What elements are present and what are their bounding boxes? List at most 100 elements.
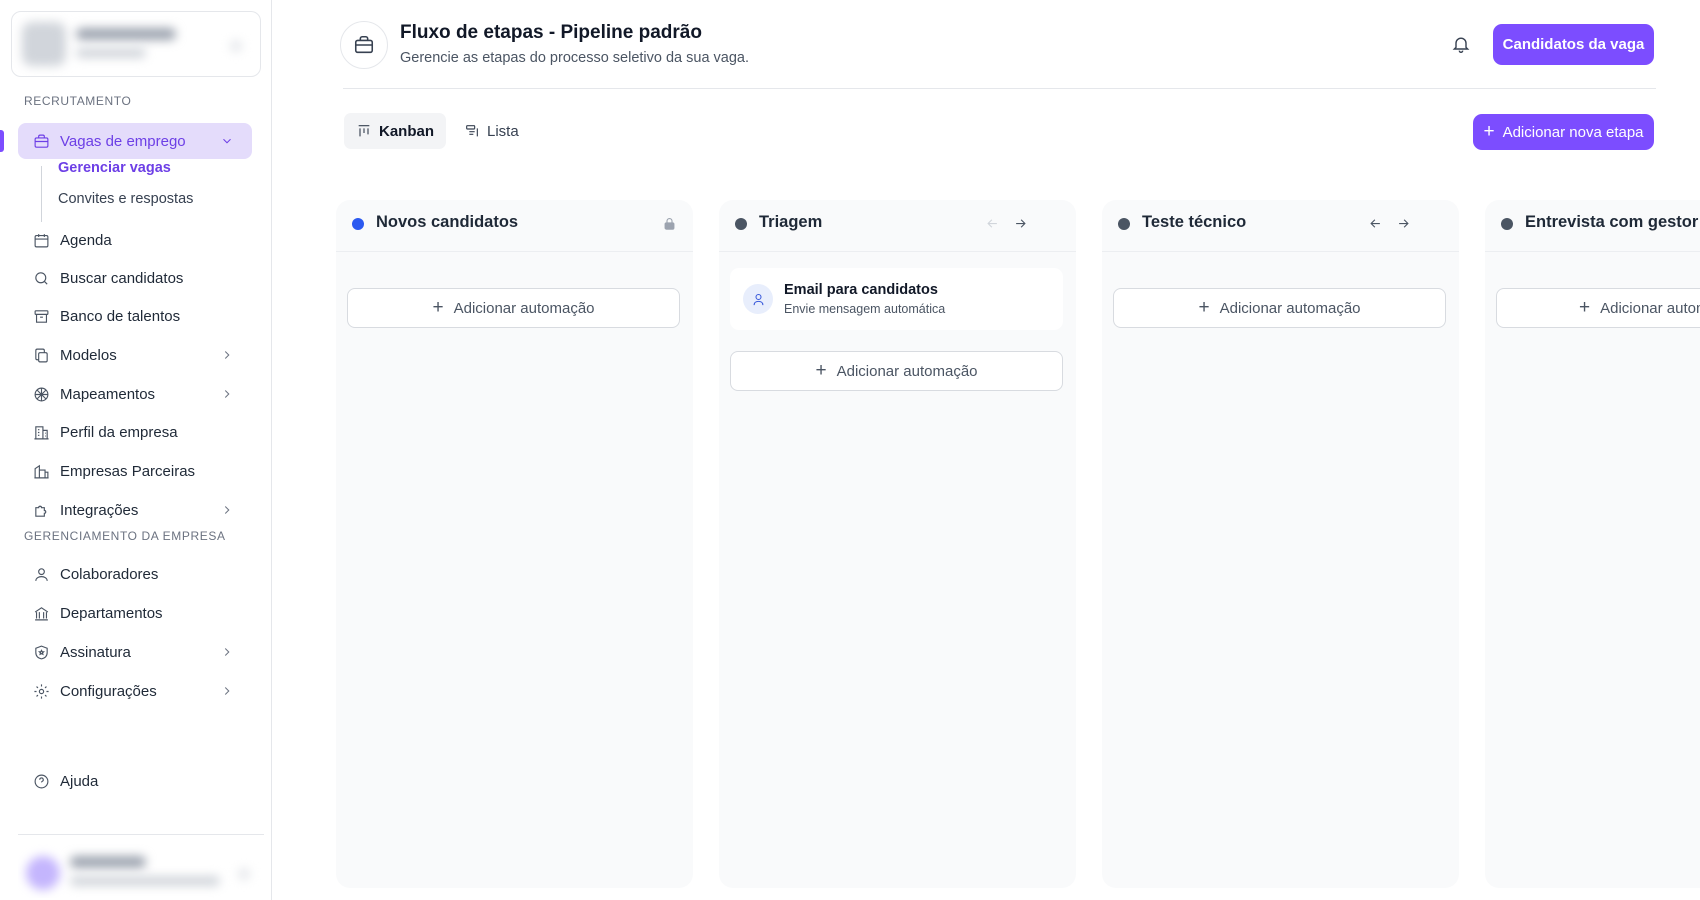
sidebar-item-label: Buscar candidatos [60, 269, 184, 287]
sidebar-item-subscription[interactable]: Assinatura [18, 634, 252, 670]
sidebar-item-label: Departamentos [60, 604, 163, 622]
add-automation-label: Adicionar automação [836, 362, 978, 380]
search-icon [32, 269, 50, 287]
sidebar-item-partner-companies[interactable]: Empresas Parceiras [18, 453, 252, 489]
list-icon [466, 125, 478, 137]
section-label-company: GERENCIAMENTO DA EMPRESA [24, 529, 226, 543]
user-name-redacted [70, 856, 146, 868]
sidebar-item-label: Ajuda [60, 772, 99, 790]
sidebar: RECRUTAMENTO Vagas de emprego Gerenciar … [0, 0, 272, 900]
page-subtitle: Gerencie as etapas do processo seletivo … [400, 50, 750, 66]
lock-icon [662, 216, 680, 234]
plus-icon: + [1579, 297, 1591, 318]
kanban-column-new-candidates: Novos candidatos + Adicionar automação [336, 200, 693, 888]
column-title: Triagem [759, 213, 823, 231]
puzzle-icon [32, 501, 50, 519]
chevron-right-icon [220, 645, 234, 659]
add-automation-button[interactable]: + Adicionar automação [1113, 288, 1446, 328]
copy-icon [32, 346, 50, 364]
kanban-column-technical-test: Teste técnico + Adicionar automação [1102, 200, 1459, 888]
sidebar-item-mappings[interactable]: Mapeamentos [18, 376, 252, 412]
arrow-left-icon[interactable] [1368, 216, 1386, 234]
arrow-right-icon[interactable] [1013, 216, 1031, 234]
column-title: Teste técnico [1142, 213, 1247, 231]
chevron-updown-icon [238, 868, 250, 880]
network-icon [32, 385, 50, 403]
briefcase-icon [32, 132, 50, 150]
sidebar-item-collaborators[interactable]: Colaboradores [18, 556, 252, 592]
user-icon [743, 284, 773, 314]
add-stage-label: Adicionar nova etapa [1502, 123, 1644, 141]
sidebar-item-label: Colaboradores [60, 565, 159, 583]
header-divider [343, 88, 1656, 89]
column-title: Novos candidatos [376, 213, 519, 231]
user-email-redacted [70, 876, 220, 886]
chevron-right-icon [220, 387, 234, 401]
active-indicator [0, 130, 4, 152]
kanban-column-manager-interview: Entrevista com gestor + Adicionar automa… [1485, 200, 1700, 888]
chevron-right-icon [220, 348, 234, 362]
help-icon [32, 772, 50, 790]
building-icon [32, 423, 50, 441]
landmark-icon [32, 604, 50, 622]
plus-icon: + [432, 297, 444, 318]
page-title: Fluxo de etapas - Pipeline padrão [400, 22, 702, 43]
column-header: Entrevista com gestor [1485, 200, 1700, 252]
arrow-left-icon[interactable] [985, 216, 1003, 234]
kanban-column-screening: Triagem Email para candidatos Envie mens… [719, 200, 1076, 888]
archive-icon [32, 307, 50, 325]
user-menu[interactable] [18, 842, 264, 898]
sidebar-item-settings[interactable]: Configurações [18, 673, 252, 709]
sidebar-item-talent-bank[interactable]: Banco de talentos [18, 298, 252, 334]
automation-title: Email para candidatos [784, 282, 938, 298]
sidebar-item-search-candidates[interactable]: Buscar candidatos [18, 260, 252, 296]
status-dot [1501, 218, 1513, 230]
chevron-right-icon [220, 684, 234, 698]
organization-switcher[interactable] [11, 11, 261, 77]
plus-icon: + [1198, 297, 1210, 318]
candidates-button[interactable]: Candidatos da vaga [1493, 24, 1654, 65]
briefcase-icon [340, 21, 388, 69]
sidebar-subitem-manage-jobs[interactable]: Gerenciar vagas [58, 160, 171, 176]
add-automation-label: Adicionar automação [1600, 299, 1700, 317]
add-automation-button[interactable]: + Adicionar automação [347, 288, 680, 328]
sidebar-item-agenda[interactable]: Agenda [18, 222, 252, 258]
sidebar-item-label: Vagas de emprego [60, 132, 186, 150]
arrow-right-icon[interactable] [1396, 216, 1414, 234]
status-dot [735, 218, 747, 230]
automation-description: Envie mensagem automática [784, 302, 946, 316]
plus-icon: + [1483, 121, 1495, 142]
more-vertical-icon[interactable] [1044, 216, 1062, 234]
sidebar-item-help[interactable]: Ajuda [18, 763, 252, 799]
plus-icon: + [815, 360, 827, 381]
chevron-right-icon [220, 503, 234, 517]
bell-icon[interactable] [1451, 34, 1473, 56]
sidebar-item-departments[interactable]: Departamentos [18, 595, 252, 631]
sidebar-item-label: Empresas Parceiras [60, 462, 196, 480]
sidebar-subitem-invites[interactable]: Convites e respostas [58, 191, 193, 207]
calendar-icon [32, 231, 50, 249]
tab-kanban[interactable]: Kanban [344, 113, 447, 149]
add-stage-button[interactable]: + Adicionar nova etapa [1473, 114, 1654, 150]
tab-label: Lista [487, 122, 519, 140]
sidebar-item-label: Mapeamentos [60, 385, 156, 403]
avatar [26, 856, 60, 890]
sidebar-item-label: Configurações [60, 682, 157, 700]
chevron-down-icon [220, 134, 234, 148]
column-header: Teste técnico [1102, 200, 1459, 252]
sidebar-item-templates[interactable]: Modelos [18, 337, 252, 373]
sidebar-item-company-profile[interactable]: Perfil da empresa [18, 414, 252, 450]
sidebar-item-integrations[interactable]: Integrações [18, 492, 252, 528]
add-automation-button[interactable]: + Adicionar automação [1496, 288, 1700, 328]
sidebar-item-label: Agenda [60, 231, 112, 249]
sidebar-item-jobs[interactable]: Vagas de emprego [18, 123, 252, 159]
tab-list[interactable]: Lista [452, 113, 531, 149]
more-vertical-icon[interactable] [1427, 216, 1445, 234]
organization-name-redacted [76, 28, 176, 40]
organization-logo [22, 22, 66, 66]
sidebar-item-label: Banco de talentos [60, 307, 181, 325]
automation-card[interactable]: Email para candidatos Envie mensagem aut… [730, 268, 1063, 330]
organization-plan-redacted [76, 48, 146, 58]
sidebar-divider [18, 834, 264, 835]
add-automation-button[interactable]: + Adicionar automação [730, 351, 1063, 391]
